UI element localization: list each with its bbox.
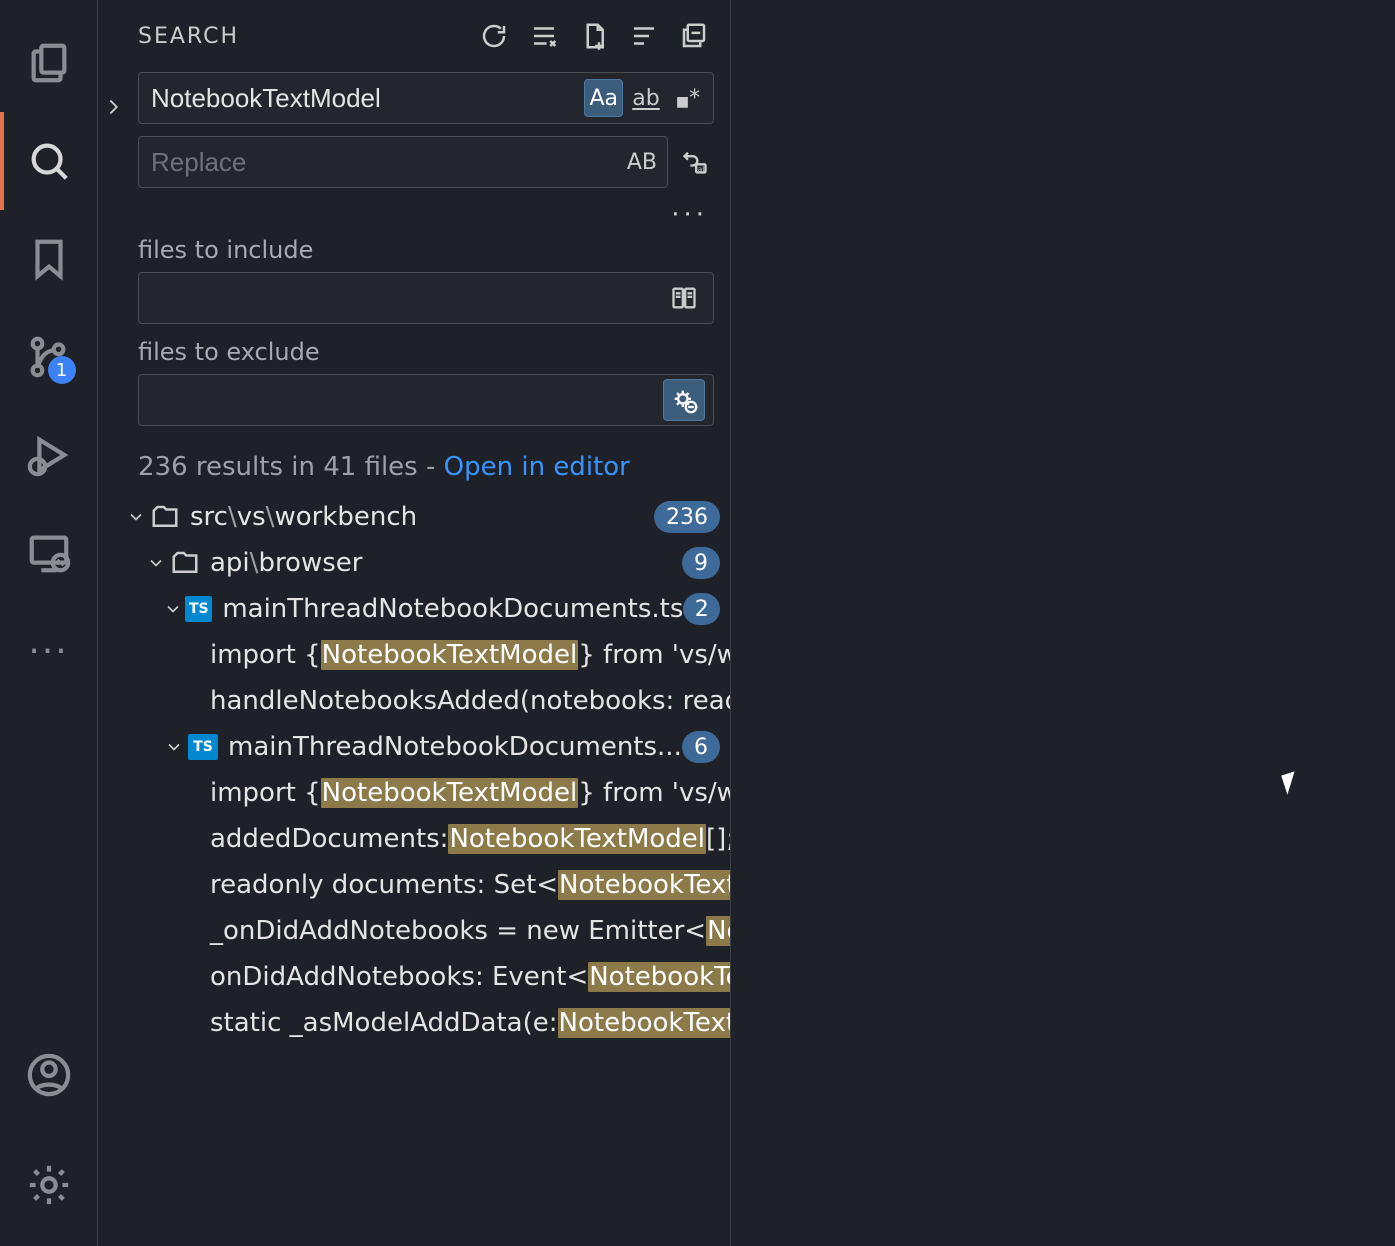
chevron-down-icon[interactable] — [160, 599, 185, 619]
collapse-all-icon[interactable] — [678, 20, 710, 52]
match-case-toggle[interactable]: Aa — [584, 79, 623, 117]
match-row[interactable]: import { NotebookTextModel } from 'vs/w.… — [98, 632, 730, 678]
match-row[interactable]: addedDocuments: NotebookTextModel[]; — [98, 816, 730, 862]
run-debug-icon[interactable] — [0, 406, 98, 504]
include-label: files to include — [138, 236, 714, 264]
chevron-down-icon[interactable] — [160, 737, 188, 757]
file-name: mainThreadNotebookDocuments.ts — [222, 594, 683, 624]
exclude-label: files to exclude — [138, 338, 714, 366]
match-row[interactable]: onDidAddNotebooks: Event<NotebookTe... — [98, 954, 730, 1000]
search-input-box: Aa ab ■* — [138, 72, 714, 124]
open-in-editor-link[interactable]: Open in editor — [444, 452, 630, 482]
folder-icon — [150, 502, 180, 532]
refresh-icon[interactable] — [478, 20, 510, 52]
match-row[interactable]: import { NotebookTextModel } from 'vs/w.… — [98, 770, 730, 816]
clear-results-icon[interactable] — [528, 20, 560, 52]
replace-input[interactable] — [151, 147, 623, 178]
exclude-input-box — [138, 374, 714, 426]
count-badge: 9 — [682, 547, 720, 579]
view-as-tree-icon[interactable] — [628, 20, 660, 52]
svg-text:ab: ab — [698, 165, 707, 173]
search-icon[interactable] — [0, 112, 98, 210]
results-count-text: 236 results in 41 files - — [138, 452, 444, 482]
replace-input-box: AB — [138, 136, 668, 188]
use-exclude-settings-icon[interactable] — [663, 379, 705, 421]
source-control-badge: 1 — [48, 356, 76, 384]
search-actions — [478, 20, 710, 52]
typescript-file-icon: TS — [188, 734, 218, 760]
tree-file-row[interactable]: TS mainThreadNotebookDocuments... 6 — [98, 724, 730, 770]
chevron-down-icon[interactable] — [122, 507, 150, 527]
file-name: mainThreadNotebookDocuments... — [228, 732, 682, 762]
explorer-icon[interactable] — [0, 14, 98, 112]
search-title: SEARCH — [138, 24, 239, 49]
replace-all-icon[interactable]: ab — [676, 143, 714, 181]
toggle-search-details-icon[interactable]: ··· — [668, 200, 708, 230]
search-input[interactable] — [151, 83, 584, 114]
more-activities-icon[interactable]: ··· — [28, 602, 68, 700]
tree-folder-row[interactable]: api\browser 9 — [98, 540, 730, 586]
match-row[interactable]: static _asModelAddData(e: NotebookText..… — [98, 1000, 730, 1046]
match-row[interactable]: readonly documents: Set<NotebookText... — [98, 862, 730, 908]
include-input-box — [138, 272, 714, 324]
new-search-editor-icon[interactable] — [578, 20, 610, 52]
count-badge: 6 — [682, 731, 720, 763]
remote-explorer-icon[interactable] — [0, 504, 98, 602]
match-row[interactable]: _onDidAddNotebooks = new Emitter<No... — [98, 908, 730, 954]
regex-toggle[interactable]: ■* — [669, 79, 707, 117]
use-open-editors-icon[interactable] — [663, 277, 705, 319]
activity-bar: 1 ··· — [0, 0, 98, 1246]
bookmark-icon[interactable] — [0, 210, 98, 308]
files-include-input[interactable] — [147, 284, 663, 312]
count-badge: 236 — [654, 501, 720, 533]
count-badge: 2 — [683, 593, 720, 625]
match-row[interactable]: handleNotebooksAdded(notebooks: read... — [98, 678, 730, 724]
whole-word-toggle[interactable]: ab — [627, 79, 665, 117]
tree-folder-row[interactable]: src\vs\workbench 236 — [98, 494, 730, 540]
settings-gear-icon[interactable] — [0, 1136, 98, 1234]
tree-file-row[interactable]: TS mainThreadNotebookDocuments.ts 2 — [98, 586, 730, 632]
folder-icon — [170, 548, 200, 578]
results-tree: src\vs\workbench 236 api\browser 9 TS ma… — [98, 494, 730, 1046]
search-panel: SEARCH Aa — [98, 0, 731, 1246]
editor-area — [731, 0, 1395, 1246]
source-control-icon[interactable]: 1 — [0, 308, 98, 406]
results-summary: 236 results in 41 files - Open in editor — [98, 440, 730, 494]
toggle-replace-icon[interactable] — [100, 88, 128, 126]
search-header: SEARCH — [98, 0, 730, 72]
search-inputs: Aa ab ■* AB ab ··· files to include — [98, 72, 730, 440]
accounts-icon[interactable] — [0, 1026, 98, 1124]
files-exclude-input[interactable] — [147, 386, 663, 414]
typescript-file-icon: TS — [185, 596, 212, 622]
preserve-case-toggle[interactable]: AB — [623, 143, 661, 181]
chevron-down-icon[interactable] — [142, 553, 170, 573]
